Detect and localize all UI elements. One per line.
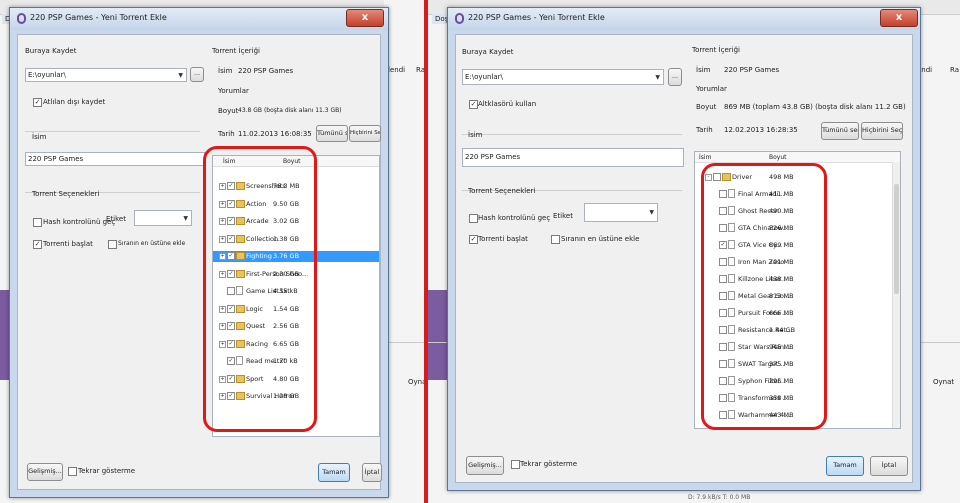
info-name-key: İsim [218,67,233,75]
background-app-mid: lendi Ra Oyna [384,0,426,503]
close-button[interactable]: x [880,9,918,27]
advanced-button[interactable]: Gelişmiş... [27,463,63,481]
info-header: Torrent İçeriği [692,46,740,54]
chevron-down-icon: ▼ [183,215,188,222]
advanced-button[interactable]: Gelişmiş... [466,456,504,475]
no-show-label: Tekrar gösterme [520,460,578,468]
ok-button[interactable]: Tamam [826,456,864,476]
col-size-header[interactable]: Boyut [769,154,787,161]
select-none-button[interactable]: Hiçbirini Seçme [861,122,903,140]
skip-hash-checkbox[interactable] [469,214,478,223]
scrollbar-thumb[interactable] [894,184,899,294]
name-group [25,131,200,132]
cancel-button[interactable]: İptal [870,456,908,476]
left-add-torrent-dialog: 220 PSP Games - Yeni Torrent Ekle x Bura… [9,7,389,498]
save-to-label: Buraya Kaydet [462,48,514,56]
browse-button[interactable]: ... [668,68,682,86]
tree-scrollbar[interactable] [892,162,900,428]
top-queue-checkbox[interactable] [108,240,117,249]
bg-col-right: Ra [950,66,959,74]
no-show-label: Tekrar gösterme [78,467,136,475]
subfolder-label: Altklasörü kullan [478,100,537,108]
top-queue-checkbox[interactable] [551,235,560,244]
bg-col: lendi [388,66,406,74]
dialog-title: 220 PSP Games - Yeni Torrent Ekle [468,13,605,22]
info-date-value: 11.02.2013 16:08:35 [238,130,312,138]
right-add-torrent-dialog: 220 PSP Games - Yeni Torrent Ekle x Bura… [447,7,921,491]
no-show-checkbox[interactable] [511,460,520,469]
select-all-button[interactable]: Tümünü seç [316,125,348,142]
label-dropdown[interactable]: ▼ [584,203,658,222]
top-queue-label: Sıranın en üstüne ekle [561,235,640,243]
start-torrent-checkbox[interactable]: ✓ [469,235,478,244]
app-logo-icon [455,13,464,24]
save-path-dropdown[interactable]: E:\oyunlar\ ▼ [25,68,187,82]
app-logo-icon [17,13,26,24]
bg-col-right: Oynat [933,378,955,386]
remember-label: Atlılan dışı kaydet [43,98,106,106]
no-show-checkbox[interactable] [68,467,77,476]
options-label: Torrent Seçenekleri [32,190,100,198]
annotation-circle-right [701,163,827,430]
select-all-button[interactable]: Tümünü seç [821,122,859,140]
name-label: İsim [32,133,47,141]
subfolder-checkbox[interactable]: ✓ [469,100,478,109]
cancel-button[interactable]: İptal [362,463,382,482]
info-size-key: Boyut [696,103,717,111]
label-label: Etiket [553,212,573,220]
skip-hash-label: Hash kontrolünü geç [43,218,116,226]
label-dropdown[interactable]: ▼ [134,210,192,226]
browse-button[interactable]: ... [190,67,204,82]
start-torrent-checkbox[interactable]: ✓ [33,240,42,249]
skip-hash-label: Hash kontrolünü geç [478,214,551,222]
select-none-button[interactable]: Hiçbirini Seçme [349,125,381,142]
dialog-title: 220 PSP Games - Yeni Torrent Ekle [30,13,167,22]
info-header: Torrent İçeriği [212,47,260,55]
remember-checkbox[interactable]: ✓ [33,98,42,107]
image-divider [424,0,428,503]
name-input[interactable]: 220 PSP Games [462,148,684,167]
info-date-key: Tarih [218,130,235,138]
info-size-value: 869 MB (toplam 43.8 GB) (boşta disk alan… [724,103,906,111]
info-date-key: Tarih [696,126,713,134]
skip-hash-checkbox[interactable] [33,218,42,227]
chevron-down-icon: ▼ [178,72,183,79]
info-name-key: İsim [696,66,711,74]
close-button[interactable]: x [346,9,384,27]
info-date-value: 12.02.2013 16:28:35 [724,126,798,134]
info-size-key: Boyut [218,107,239,115]
top-queue-label: Sıranın en üstüne ekle [118,240,186,247]
chevron-down-icon: ▼ [655,74,660,81]
info-comment-key: Yorumlar [696,85,727,93]
col-name-header[interactable]: İsim [699,154,711,161]
label-label: Etiket [106,215,126,223]
name-group [462,134,682,135]
name-label: İsim [468,131,483,139]
chevron-down-icon: ▼ [649,209,654,216]
info-name-value: 220 PSP Games [724,66,780,74]
start-torrent-label: Torrenti başlat [43,240,93,248]
save-path-dropdown[interactable]: E:\oyunlar\ ▼ [462,69,664,85]
start-torrent-label: Torrenti başlat [478,235,528,243]
options-label: Torrent Seçenekleri [468,187,536,195]
bg-status: D: 7.9 kB/s T: 0.0 MB [688,494,751,501]
info-name-value: 220 PSP Games [238,67,294,75]
ok-button[interactable]: Tamam [318,463,350,482]
info-comment-key: Yorumlar [218,87,249,95]
annotation-circle-left [203,146,317,432]
name-input[interactable]: 220 PSP Games [25,152,205,166]
info-size-value: 43.8 GB (boşta disk alanı 11.3 GB) [238,107,342,114]
save-to-label: Buraya Kaydet [25,47,77,55]
